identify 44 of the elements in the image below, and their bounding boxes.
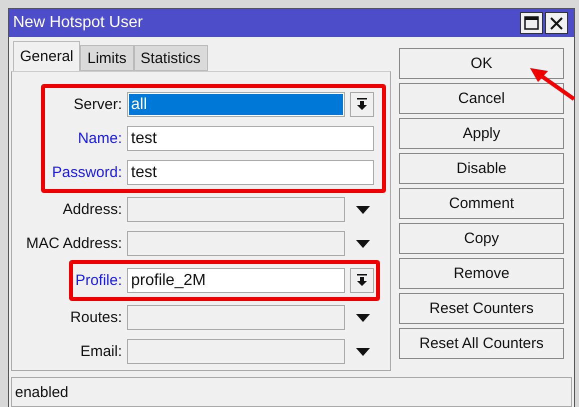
combo-field[interactable] (127, 197, 345, 222)
dropdown-triangle-icon[interactable] (356, 348, 370, 356)
dropdown-field[interactable]: profile_2M (127, 268, 345, 293)
dropdown-arrow-icon (356, 274, 368, 287)
dropdown-button[interactable] (350, 92, 374, 117)
action-button[interactable]: Comment (399, 188, 564, 219)
text-field[interactable]: test (127, 126, 374, 151)
action-button[interactable]: Reset All Counters (399, 328, 564, 359)
action-button[interactable]: Disable (399, 153, 564, 184)
field-label: Routes: (69, 309, 122, 326)
close-icon (550, 16, 563, 30)
action-button[interactable]: Copy (399, 223, 564, 254)
action-button[interactable]: Remove (399, 258, 564, 289)
field-value: profile_2M (130, 270, 207, 290)
field-label: Password: (50, 164, 122, 181)
tab[interactable]: Limits (80, 45, 134, 71)
dropdown-triangle-icon[interactable] (356, 240, 370, 248)
tab[interactable]: Statistics (134, 45, 208, 71)
combo-field[interactable] (127, 231, 345, 256)
field-label: Address: (62, 201, 122, 218)
text-field[interactable]: test (127, 160, 374, 185)
field-label: Server: (72, 96, 122, 113)
window-title: New Hotspot User (13, 14, 144, 32)
tab[interactable]: General (13, 41, 80, 71)
dropdown-button[interactable] (350, 268, 374, 293)
dropdown-triangle-icon[interactable] (356, 314, 370, 322)
maximize-button[interactable] (520, 12, 543, 34)
combo-field[interactable] (127, 305, 345, 330)
dropdown-arrow-icon (356, 98, 368, 111)
maximize-icon (524, 16, 539, 30)
action-button[interactable]: Cancel (399, 83, 564, 114)
action-button[interactable]: Reset Counters (399, 293, 564, 324)
combo-field[interactable] (127, 339, 345, 364)
field-label: Profile: (74, 272, 122, 289)
dropdown-triangle-icon[interactable] (356, 206, 370, 214)
field-label: MAC Address: (25, 235, 122, 252)
action-button[interactable]: OK (399, 48, 564, 79)
status-text: enabled (15, 384, 68, 400)
close-button[interactable] (545, 12, 568, 34)
field-value: test (130, 162, 158, 182)
action-button[interactable]: Apply (399, 118, 564, 149)
field-label: Email: (79, 343, 122, 360)
field-label: Name: (76, 130, 122, 147)
field-value: test (130, 128, 158, 148)
